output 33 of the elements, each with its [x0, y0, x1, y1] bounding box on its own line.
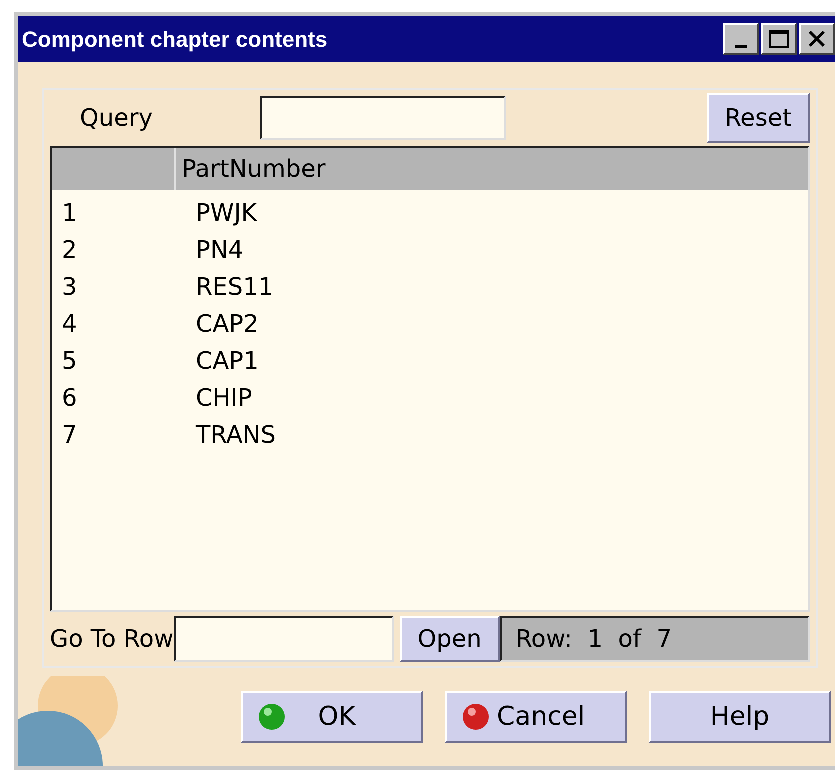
- table-cell-text: 4: [61, 308, 78, 340]
- table-cell-text: 6: [61, 382, 78, 414]
- cancel-button[interactable]: Cancel: [445, 691, 627, 743]
- table-cell-text: 5: [61, 346, 78, 376]
- ok-button[interactable]: OK: [241, 691, 423, 743]
- go-to-row-label: Go To Row: [50, 624, 174, 655]
- table-cell-text: CHIP: [196, 382, 252, 414]
- minimize-button[interactable]: [723, 23, 759, 55]
- table-cell-text: CAP2: [196, 308, 259, 340]
- table-cell-text: RES11: [196, 272, 274, 302]
- table-cell-text: TRANS: [196, 420, 276, 450]
- help-button[interactable]: Help: [649, 691, 831, 743]
- maximize-icon: [769, 30, 789, 48]
- ok-ball-icon: [257, 702, 287, 732]
- go-to-row-field[interactable]: [174, 616, 394, 662]
- query-label: Query: [80, 103, 154, 134]
- close-icon: [808, 30, 826, 48]
- table-cell-text: CAP1: [196, 346, 259, 376]
- minimize-icon: [735, 45, 747, 48]
- close-button[interactable]: [799, 23, 835, 55]
- table-cell-text: 3: [61, 272, 78, 302]
- open-button[interactable]: Open: [400, 616, 500, 662]
- window-title: Component chapter contents: [22, 26, 328, 54]
- table-cell-text: 2: [61, 234, 78, 266]
- maximize-button[interactable]: [761, 23, 797, 55]
- reset-button[interactable]: Reset: [706, 93, 810, 143]
- table-cell-text: PWJK: [196, 198, 258, 228]
- table-cell-text: 7: [61, 420, 78, 450]
- table-cell-text: 1: [61, 198, 78, 228]
- query-field[interactable]: [260, 96, 506, 140]
- table-cell-text: PN4: [196, 234, 244, 266]
- row-status: Row: 1 of 7: [500, 616, 810, 662]
- cancel-ball-icon: [461, 702, 491, 732]
